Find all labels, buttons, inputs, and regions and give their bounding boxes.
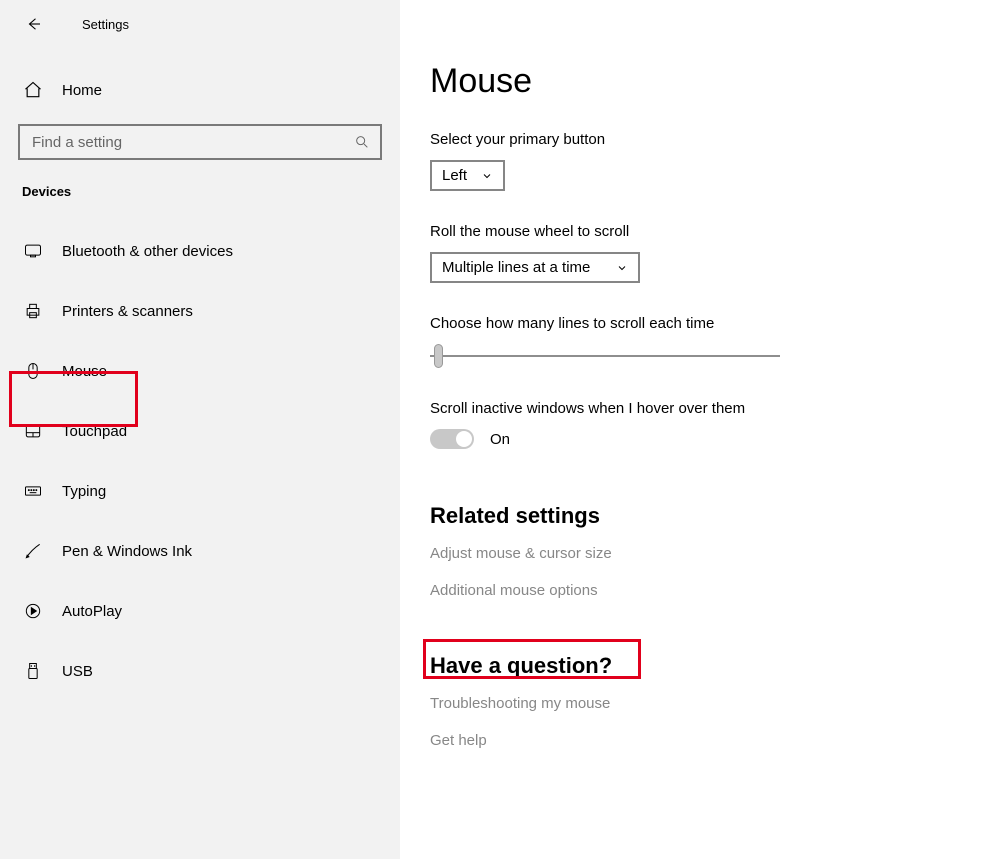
lines-slider[interactable] — [430, 344, 780, 368]
nav-home[interactable]: Home — [0, 70, 400, 110]
nav-item-label: Mouse — [62, 363, 107, 380]
wheel-scroll-dropdown[interactable]: Multiple lines at a time — [430, 252, 640, 283]
nav-item-label: Printers & scanners — [62, 303, 193, 320]
back-arrow-icon — [25, 15, 43, 33]
lines-label: Choose how many lines to scroll each tim… — [430, 315, 963, 332]
setting-lines-slider: Choose how many lines to scroll each tim… — [430, 315, 963, 368]
setting-scroll-inactive: Scroll inactive windows when I hover ove… — [430, 400, 963, 449]
sidebar: Settings Home Devices Bluetooth & other … — [0, 0, 400, 859]
back-button[interactable] — [22, 12, 46, 36]
keyboard-icon — [22, 481, 44, 501]
related-settings-heading: Related settings — [430, 503, 963, 529]
app-title: Settings — [82, 17, 129, 32]
mouse-icon — [22, 361, 44, 381]
nav-mouse[interactable]: Mouse — [0, 341, 400, 401]
primary-button-dropdown[interactable]: Left — [430, 160, 505, 191]
nav-usb[interactable]: USB — [0, 641, 400, 701]
slider-track — [430, 355, 780, 357]
nav-item-label: Bluetooth & other devices — [62, 243, 233, 260]
search-box[interactable] — [18, 124, 382, 160]
nav-bluetooth[interactable]: Bluetooth & other devices — [0, 221, 400, 281]
primary-button-label: Select your primary button — [430, 131, 963, 148]
printer-icon — [22, 301, 44, 321]
page-title: Mouse — [430, 62, 963, 101]
chevron-down-icon — [616, 262, 628, 274]
sidebar-header: Settings — [0, 0, 400, 48]
scroll-inactive-toggle[interactable] — [430, 429, 474, 449]
bluetooth-icon — [22, 241, 44, 261]
link-get-help[interactable]: Get help — [430, 732, 963, 749]
dropdown-value: Multiple lines at a time — [442, 259, 602, 276]
nav-printers[interactable]: Printers & scanners — [0, 281, 400, 341]
nav-typing[interactable]: Typing — [0, 461, 400, 521]
nav-item-label: Touchpad — [62, 423, 127, 440]
slider-thumb[interactable] — [434, 344, 443, 368]
setting-primary-button: Select your primary button Left — [430, 131, 963, 191]
usb-icon — [22, 661, 44, 681]
search-input[interactable] — [30, 133, 354, 152]
wheel-scroll-label: Roll the mouse wheel to scroll — [430, 223, 963, 240]
search-icon — [354, 134, 370, 150]
scroll-inactive-label: Scroll inactive windows when I hover ove… — [430, 400, 963, 417]
pen-icon — [22, 541, 44, 561]
touchpad-icon — [22, 421, 44, 441]
link-troubleshooting[interactable]: Troubleshooting my mouse — [430, 695, 963, 712]
section-devices-label: Devices — [0, 160, 400, 205]
question-heading: Have a question? — [430, 653, 963, 679]
nav-touchpad[interactable]: Touchpad — [0, 401, 400, 461]
dropdown-value: Left — [442, 167, 467, 184]
nav-item-label: Typing — [62, 483, 106, 500]
toggle-knob — [456, 431, 472, 447]
setting-wheel-scroll: Roll the mouse wheel to scroll Multiple … — [430, 223, 963, 283]
link-adjust-cursor[interactable]: Adjust mouse & cursor size — [430, 545, 963, 562]
link-additional-mouse-options[interactable]: Additional mouse options — [430, 582, 963, 599]
autoplay-icon — [22, 601, 44, 621]
main-content: Mouse Select your primary button Left Ro… — [400, 0, 993, 859]
nav-pen[interactable]: Pen & Windows Ink — [0, 521, 400, 581]
chevron-down-icon — [481, 170, 493, 182]
nav-item-label: AutoPlay — [62, 603, 122, 620]
nav-home-label: Home — [62, 82, 102, 99]
nav-autoplay[interactable]: AutoPlay — [0, 581, 400, 641]
home-icon — [22, 80, 44, 100]
nav-item-label: USB — [62, 663, 93, 680]
nav-item-label: Pen & Windows Ink — [62, 543, 192, 560]
toggle-state-label: On — [490, 431, 510, 448]
